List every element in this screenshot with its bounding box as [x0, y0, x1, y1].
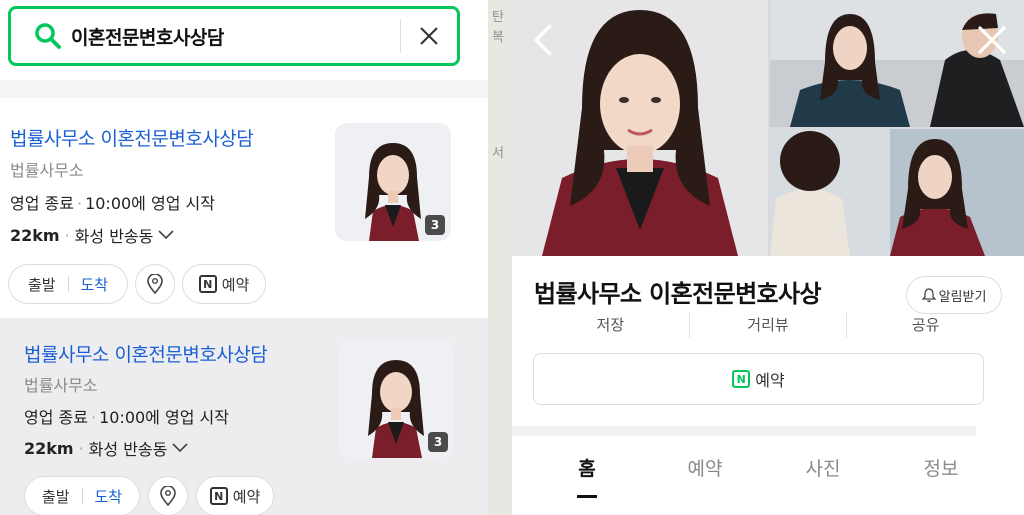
result-title[interactable]: 법률사무소 이혼전문변호사상담	[10, 124, 254, 151]
tab-info[interactable]: 정보	[882, 436, 1000, 502]
photo-gallery[interactable]	[512, 0, 1024, 256]
detail-reserve-button[interactable]: N 예약	[533, 353, 984, 405]
chevron-down-icon	[158, 230, 174, 240]
business-status: 영업 종료	[10, 194, 74, 213]
result-card[interactable]: 법률사무소 이혼전문변호사상담 법률사무소 영업 종료 · 10:00에 영업 시작…	[0, 318, 488, 515]
result-title[interactable]: 법률사무소 이혼전문변호사상담	[24, 340, 268, 367]
close-icon	[978, 26, 1006, 54]
save-button[interactable]: 저장	[532, 312, 690, 338]
close-button[interactable]	[972, 20, 1012, 60]
start-button[interactable]: 출발	[28, 274, 56, 295]
section-divider	[512, 426, 976, 436]
alarm-label: 알림받기	[938, 289, 987, 305]
distance: 22km	[10, 225, 60, 245]
back-button[interactable]	[526, 20, 562, 60]
naver-n-icon: N	[209, 487, 228, 505]
clear-search-button[interactable]	[401, 9, 457, 63]
result-location[interactable]: 22km · 화성 반송동	[10, 223, 174, 247]
reserve-label: 예약	[232, 487, 261, 506]
map-view[interactable]: 탄 복 서	[488, 0, 512, 515]
reserve-button[interactable]: N 예약	[182, 264, 266, 304]
opening-time: 10:00에 영업 시작	[85, 194, 215, 213]
result-hours: 영업 종료 · 10:00에 영업 시작	[10, 194, 215, 213]
map-label: 탄	[492, 10, 504, 25]
route-buttons: 출발 도착	[8, 264, 128, 304]
tab-home[interactable]: 홈	[528, 436, 646, 502]
office-photo[interactable]	[770, 129, 1024, 256]
street-view-button[interactable]: 거리뷰	[690, 312, 848, 338]
result-category: 법률사무소	[24, 376, 98, 395]
address: 화성 반송동	[88, 440, 168, 459]
map-label: 복	[492, 30, 504, 45]
result-category: 법률사무소	[10, 161, 84, 180]
action-row: 저장 거리뷰 공유	[532, 312, 1004, 338]
arrive-button[interactable]: 도착	[95, 486, 123, 507]
reserve-label: 예약	[221, 275, 250, 294]
tab-photos[interactable]: 사진	[764, 436, 882, 502]
route-buttons: 출발 도착	[24, 476, 140, 515]
search-results-panel: 이혼전문변호사상담 법률사무소 이혼전문변호사상담 법률사무소 영업 종료 · 10…	[0, 0, 488, 515]
search-bar[interactable]: 이혼전문변호사상담	[8, 6, 460, 66]
detail-tabs: 홈 예약 사진 정보	[528, 436, 1000, 502]
result-thumbnail[interactable]: 3	[338, 338, 454, 458]
share-button[interactable]: 공유	[847, 312, 1004, 338]
place-detail-panel: 법률사무소 이혼전문변호사상 알림받기 저장 거리뷰 공유 N 예약 홈 예약 …	[512, 0, 1024, 515]
photo-count-badge: 3	[425, 215, 445, 235]
address: 화성 반송동	[74, 227, 154, 246]
detail-reserve-label: 예약	[755, 371, 785, 390]
arrive-button[interactable]: 도착	[81, 274, 109, 295]
start-button[interactable]: 출발	[42, 486, 70, 507]
result-card[interactable]: 법률사무소 이혼전문변호사상담 법률사무소 영업 종료 · 10:00에 영업 시작…	[0, 98, 488, 316]
bell-icon	[921, 287, 936, 302]
distance: 22km	[24, 438, 74, 458]
alarm-button[interactable]: 알림받기	[906, 276, 1002, 314]
map-label: 서	[492, 146, 504, 161]
tab-reservation[interactable]: 예약	[646, 436, 764, 502]
close-icon	[420, 27, 438, 45]
meeting-photo	[770, 129, 1024, 256]
result-hours: 영업 종료 · 10:00에 영업 시작	[24, 408, 229, 427]
chevron-down-icon	[172, 443, 188, 453]
naver-n-icon: N	[198, 275, 217, 293]
result-location[interactable]: 22km · 화성 반송동	[24, 436, 188, 460]
photo-count-badge: 3	[428, 432, 448, 452]
reserve-button[interactable]: N 예약	[196, 476, 274, 515]
naver-n-icon: N	[732, 370, 751, 388]
list-spacer	[0, 80, 488, 98]
search-icon	[35, 23, 61, 49]
location-pin-icon	[147, 274, 163, 294]
location-button[interactable]	[148, 476, 188, 515]
result-thumbnail[interactable]: 3	[335, 123, 451, 241]
place-title: 법률사무소 이혼전문변호사상	[534, 280, 822, 308]
business-status: 영업 종료	[24, 408, 88, 427]
search-input[interactable]: 이혼전문변호사상담	[71, 23, 400, 50]
location-button[interactable]	[135, 264, 175, 304]
opening-time: 10:00에 영업 시작	[99, 408, 229, 427]
location-pin-icon	[160, 486, 176, 506]
chevron-left-icon	[534, 24, 552, 56]
